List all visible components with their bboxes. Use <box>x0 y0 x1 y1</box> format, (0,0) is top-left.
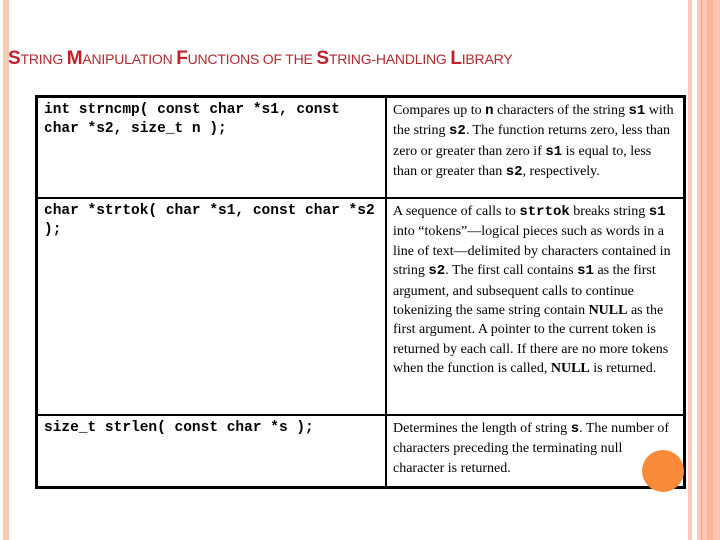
description-text: Determines the length of string <box>393 421 571 436</box>
title-initial: L <box>450 48 462 69</box>
decorative-orange-circle <box>642 450 684 492</box>
code-identifier: s1 <box>648 204 666 220</box>
title-initial: S <box>8 48 21 69</box>
code-identifier: s2 <box>449 123 466 140</box>
right-decorative-line <box>701 0 702 540</box>
code-identifier: s1 <box>577 263 594 280</box>
table-row: char *strtok( char *s1, const char *s2 )… <box>35 197 686 416</box>
slide-title: STRING MANIPULATION FUNCTIONS OF THE STR… <box>8 48 513 70</box>
code-identifier: s <box>570 421 580 437</box>
function-description: Compares up to n characters of the strin… <box>385 95 686 199</box>
title-text: ANIPULATION <box>82 51 177 67</box>
bold-keyword: NULL <box>588 303 628 319</box>
title-text: TRING <box>20 51 67 67</box>
right-decorative-stripe <box>688 0 692 540</box>
table-row: int strncmp( const char *s1, const char … <box>35 95 686 199</box>
description-text: characters of the string <box>493 103 629 118</box>
function-prototype: char *strtok( char *s1, const char *s2 )… <box>35 197 387 416</box>
description-text: , respectively. <box>522 164 600 180</box>
right-decorative-band-inner <box>707 0 713 540</box>
code-identifier: strtok <box>519 204 570 220</box>
description-text: A sequence of calls to <box>393 204 520 219</box>
title-initial: F <box>176 48 188 69</box>
title-text: TRING-HANDLING <box>328 51 451 67</box>
code-identifier: s2 <box>428 263 446 280</box>
function-description: Determines the length of string s. The n… <box>385 414 686 489</box>
bold-keyword: NULL <box>550 361 590 377</box>
description-text: . The first call contains <box>445 263 578 279</box>
title-initial: S <box>316 48 329 69</box>
table-row: size_t strlen( const char *s ); Determin… <box>35 414 686 489</box>
title-text: IBRARY <box>461 51 513 67</box>
code-identifier: s2 <box>505 164 523 181</box>
function-description: A sequence of calls to strtok breaks str… <box>385 197 686 416</box>
description-text: Compares up to <box>393 103 486 118</box>
function-prototype: int strncmp( const char *s1, const char … <box>35 95 387 199</box>
function-prototype: size_t strlen( const char *s ); <box>35 414 387 489</box>
code-identifier: s1 <box>628 103 646 119</box>
title-initial: M <box>66 48 83 69</box>
code-identifier: n <box>485 103 494 119</box>
title-text: UNCTIONS OF THE <box>187 51 317 67</box>
left-decorative-stripe <box>3 0 9 540</box>
description-text: is returned. <box>589 361 657 377</box>
function-table: int strncmp( const char *s1, const char … <box>35 95 686 489</box>
description-text: breaks string <box>569 204 649 219</box>
code-identifier: s1 <box>545 143 563 160</box>
